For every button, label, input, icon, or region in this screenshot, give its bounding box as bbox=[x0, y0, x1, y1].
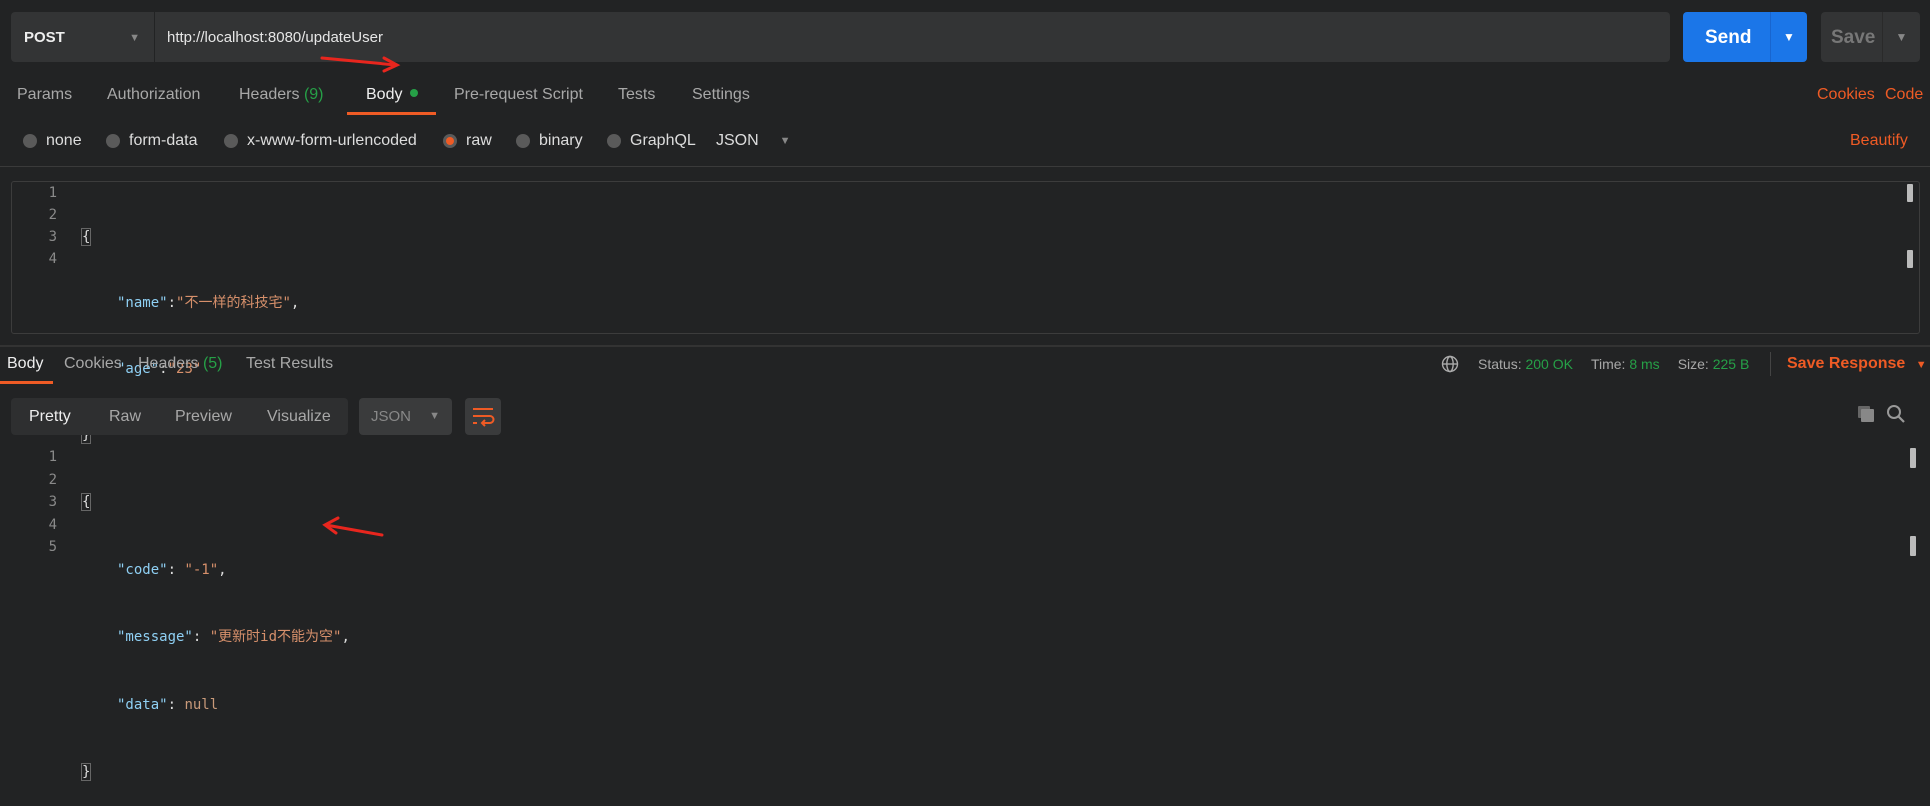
headers-count: (9) bbox=[303, 86, 324, 103]
resp-tab-cookies[interactable]: Cookies bbox=[64, 355, 122, 373]
json-value: "更新时id不能为空" bbox=[209, 629, 342, 645]
radio-raw[interactable]: raw bbox=[443, 132, 492, 150]
body-format-select[interactable]: JSON ▼ bbox=[716, 132, 791, 150]
radio-label: x-www-form-urlencoded bbox=[247, 132, 417, 149]
json-key: "code" bbox=[117, 561, 168, 578]
headers-count: (5) bbox=[202, 355, 223, 372]
line-number: 2 bbox=[48, 471, 57, 488]
tab-label: Headers bbox=[239, 86, 300, 103]
wrap-icon bbox=[473, 408, 495, 427]
json-key: "message" bbox=[117, 629, 193, 645]
view-pretty[interactable]: Pretty bbox=[29, 408, 71, 426]
radio-graphql[interactable]: GraphQL bbox=[607, 132, 696, 150]
search-icon[interactable] bbox=[1886, 404, 1906, 424]
editor-scrollbar-thumb[interactable] bbox=[1907, 250, 1913, 268]
copy-icon[interactable] bbox=[1856, 404, 1876, 424]
divider bbox=[0, 166, 1930, 167]
size-value: 225 B bbox=[1712, 356, 1750, 372]
radio-form-data[interactable]: form-data bbox=[106, 132, 197, 150]
open-brace: { bbox=[80, 228, 92, 246]
line-number: 4 bbox=[48, 251, 57, 267]
resp-tab-test-results[interactable]: Test Results bbox=[246, 355, 333, 373]
tab-tests[interactable]: Tests bbox=[618, 86, 655, 104]
time-label: Time: bbox=[1590, 356, 1626, 372]
globe-icon[interactable] bbox=[1441, 355, 1459, 373]
radio-icon bbox=[224, 134, 238, 148]
view-raw[interactable]: Raw bbox=[109, 408, 141, 426]
tab-params[interactable]: Params bbox=[17, 86, 72, 104]
open-brace: { bbox=[80, 493, 92, 511]
active-tab-underline bbox=[347, 112, 436, 115]
status-value: 200 OK bbox=[1525, 356, 1573, 372]
code-link[interactable]: Code bbox=[1885, 86, 1923, 104]
wrap-lines-button[interactable] bbox=[465, 398, 501, 435]
json-key: "name" bbox=[117, 295, 168, 311]
response-format-select[interactable]: JSON ▼ bbox=[359, 398, 452, 435]
response-body-code[interactable]: { "code": "-1", "message": "更新时id不能为空", … bbox=[80, 446, 350, 806]
view-mode-segmented: Pretty Raw Preview Visualize bbox=[11, 398, 348, 435]
radio-label: binary bbox=[539, 132, 583, 149]
response-format-value: JSON bbox=[371, 408, 412, 425]
radio-label: raw bbox=[466, 132, 492, 149]
chevron-down-icon: ▼ bbox=[1915, 359, 1927, 371]
tab-pre-request-script[interactable]: Pre-request Script bbox=[454, 86, 583, 104]
radio-none[interactable]: none bbox=[23, 132, 82, 150]
response-scrollbar[interactable] bbox=[1910, 448, 1916, 468]
tab-label: Headers bbox=[138, 355, 199, 372]
tab-settings[interactable]: Settings bbox=[692, 86, 750, 104]
radio-label: GraphQL bbox=[630, 132, 696, 149]
save-response-button[interactable]: Save Response ▼ bbox=[1787, 355, 1927, 373]
active-tab-underline bbox=[0, 381, 53, 384]
json-key: "data" bbox=[117, 696, 168, 713]
json-value: "不一样的科技宅" bbox=[176, 295, 291, 311]
size-label: Size: bbox=[1677, 356, 1709, 372]
line-number: 1 bbox=[48, 185, 57, 201]
editor-scrollbar[interactable] bbox=[1907, 184, 1913, 202]
body-indicator-dot bbox=[409, 89, 418, 97]
radio-label: none bbox=[46, 132, 82, 149]
view-preview[interactable]: Preview bbox=[175, 408, 232, 426]
tab-headers[interactable]: Headers (9) bbox=[239, 86, 324, 104]
line-number: 4 bbox=[48, 516, 57, 533]
cookies-link[interactable]: Cookies bbox=[1817, 86, 1875, 104]
divider bbox=[1770, 352, 1771, 376]
status-label: Status: bbox=[1478, 356, 1522, 372]
json-value: null bbox=[184, 696, 219, 713]
close-brace: } bbox=[80, 763, 92, 781]
radio-icon bbox=[23, 134, 37, 148]
chevron-down-icon: ▼ bbox=[779, 135, 791, 147]
resp-tab-headers[interactable]: Headers (5) bbox=[138, 355, 223, 373]
radio-icon bbox=[106, 134, 120, 148]
json-value: "-1" bbox=[184, 561, 219, 578]
line-number: 3 bbox=[48, 229, 57, 245]
radio-icon bbox=[516, 134, 530, 148]
line-number: 1 bbox=[48, 449, 57, 465]
response-line-numbers: 1 2 3 4 5 bbox=[11, 446, 57, 559]
radio-x-www-form-urlencoded[interactable]: x-www-form-urlencoded bbox=[224, 132, 417, 150]
time-value: 8 ms bbox=[1629, 356, 1660, 372]
beautify-link[interactable]: Beautify bbox=[1850, 132, 1908, 150]
save-response-label: Save Response bbox=[1787, 355, 1906, 372]
line-number: 2 bbox=[48, 207, 57, 223]
tab-body[interactable]: Body bbox=[366, 86, 418, 104]
request-line-numbers: 1 2 3 4 bbox=[11, 182, 57, 270]
line-number: 5 bbox=[48, 539, 57, 555]
radio-label: form-data bbox=[129, 132, 198, 149]
tab-label: Body bbox=[366, 86, 403, 103]
pane-divider[interactable] bbox=[0, 345, 1930, 347]
chevron-down-icon: ▼ bbox=[429, 410, 440, 422]
line-number: 3 bbox=[48, 494, 57, 510]
radio-icon bbox=[607, 134, 621, 148]
view-visualize[interactable]: Visualize bbox=[267, 408, 331, 426]
resp-tab-body[interactable]: Body bbox=[7, 355, 43, 373]
body-format-value: JSON bbox=[716, 132, 759, 149]
tab-authorization[interactable]: Authorization bbox=[107, 86, 200, 104]
response-meta: Status: 200 OK Time: 8 ms Size: 225 B bbox=[1478, 356, 1749, 372]
radio-selected-icon bbox=[443, 134, 457, 148]
radio-binary[interactable]: binary bbox=[516, 132, 583, 150]
response-scrollbar-thumb[interactable] bbox=[1910, 536, 1916, 556]
